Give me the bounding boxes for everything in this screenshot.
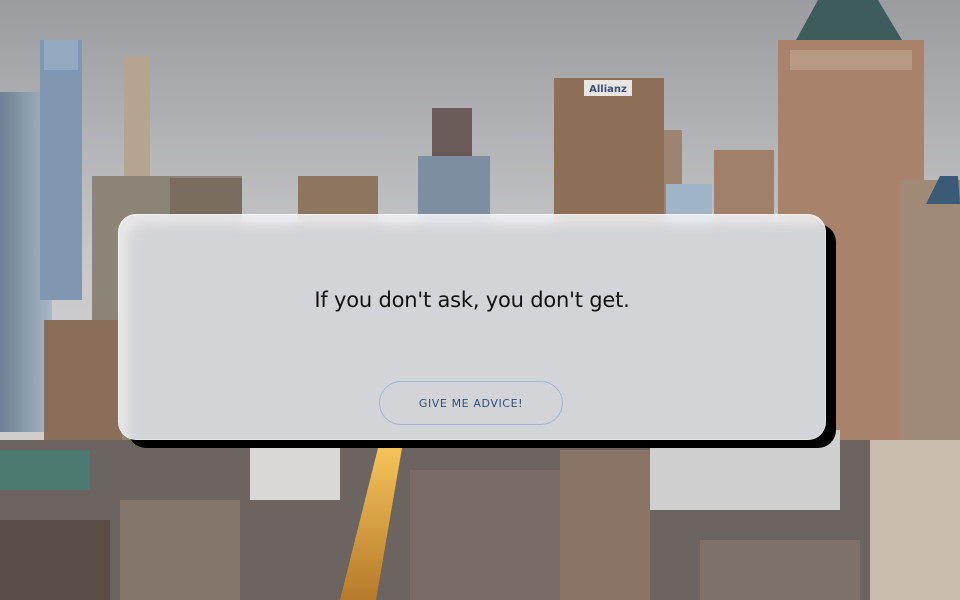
svg-text:Allianz: Allianz <box>589 84 627 95</box>
quote-text: If you don't ask, you don't get. <box>314 288 630 312</box>
advice-card: If you don't ask, you don't get. GIVE ME… <box>118 214 826 440</box>
give-advice-button[interactable]: GIVE ME ADVICE! <box>379 381 563 425</box>
